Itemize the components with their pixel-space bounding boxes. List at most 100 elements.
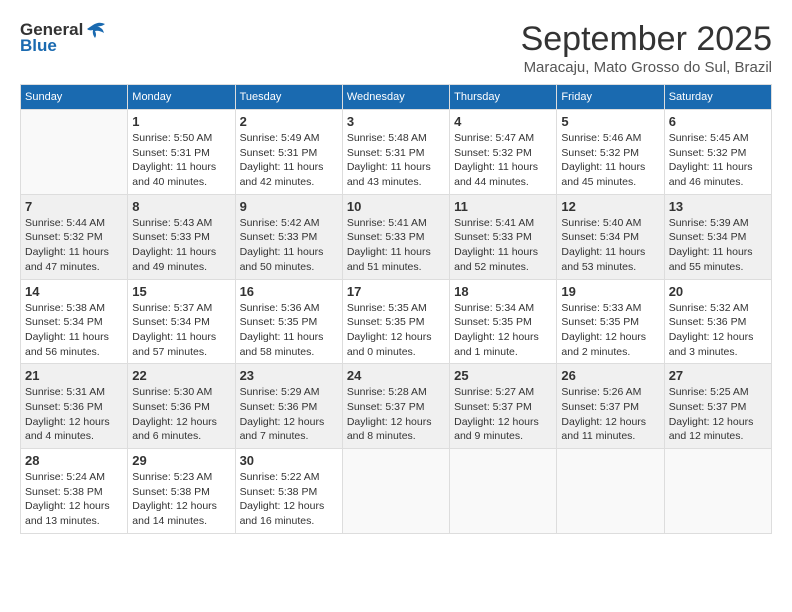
day-detail: Sunrise: 5:27 AMSunset: 5:37 PMDaylight:… xyxy=(454,385,552,444)
col-header-wednesday: Wednesday xyxy=(342,85,449,110)
calendar-cell xyxy=(557,449,664,534)
day-number: 16 xyxy=(240,284,338,299)
calendar-cell: 27 Sunrise: 5:25 AMSunset: 5:37 PMDayligh… xyxy=(664,364,771,449)
day-number: 4 xyxy=(454,114,552,129)
calendar-table: SundayMondayTuesdayWednesdayThursdayFrid… xyxy=(20,84,772,534)
day-number: 22 xyxy=(132,368,230,383)
day-detail: Sunrise: 5:30 AMSunset: 5:36 PMDaylight:… xyxy=(132,385,230,444)
day-number: 11 xyxy=(454,199,552,214)
day-detail: Sunrise: 5:25 AMSunset: 5:37 PMDaylight:… xyxy=(669,385,767,444)
day-number: 27 xyxy=(669,368,767,383)
day-number: 17 xyxy=(347,284,445,299)
day-number: 12 xyxy=(561,199,659,214)
logo-bird-icon xyxy=(85,21,107,39)
col-header-thursday: Thursday xyxy=(450,85,557,110)
day-detail: Sunrise: 5:35 AMSunset: 5:35 PMDaylight:… xyxy=(347,301,445,360)
day-detail: Sunrise: 5:33 AMSunset: 5:35 PMDaylight:… xyxy=(561,301,659,360)
day-detail: Sunrise: 5:43 AMSunset: 5:33 PMDaylight:… xyxy=(132,216,230,275)
day-number: 24 xyxy=(347,368,445,383)
day-detail: Sunrise: 5:50 AMSunset: 5:31 PMDaylight:… xyxy=(132,131,230,190)
day-number: 10 xyxy=(347,199,445,214)
day-detail: Sunrise: 5:40 AMSunset: 5:34 PMDaylight:… xyxy=(561,216,659,275)
calendar-cell: 5Sunrise: 5:46 AMSunset: 5:32 PMDaylight… xyxy=(557,110,664,195)
title-section: September 2025 Maracaju, Mato Grosso do … xyxy=(521,20,772,76)
calendar-cell: 28 Sunrise: 5:24 AMSunset: 5:38 PMDayligh… xyxy=(21,449,128,534)
day-detail: Sunrise: 5:22 AMSunset: 5:38 PMDaylight:… xyxy=(240,470,338,529)
calendar-cell: 26 Sunrise: 5:26 AMSunset: 5:37 PMDayligh… xyxy=(557,364,664,449)
day-number: 23 xyxy=(240,368,338,383)
calendar-cell: 18 Sunrise: 5:34 AMSunset: 5:35 PMDayligh… xyxy=(450,279,557,364)
calendar-cell: 19Sunrise: 5:33 AMSunset: 5:35 PMDayligh… xyxy=(557,279,664,364)
day-number: 18 xyxy=(454,284,552,299)
day-detail: Sunrise: 5:45 AMSunset: 5:32 PMDaylight:… xyxy=(669,131,767,190)
day-detail: Sunrise: 5:26 AMSunset: 5:37 PMDaylight:… xyxy=(561,385,659,444)
day-number: 25 xyxy=(454,368,552,383)
calendar-cell xyxy=(450,449,557,534)
calendar-cell: 7 Sunrise: 5:44 AMSunset: 5:32 PMDaylight… xyxy=(21,194,128,279)
calendar-cell: 25 Sunrise: 5:27 AMSunset: 5:37 PMDayligh… xyxy=(450,364,557,449)
main-title: September 2025 xyxy=(521,20,772,59)
calendar-cell: 21 Sunrise: 5:31 AMSunset: 5:36 PMDayligh… xyxy=(21,364,128,449)
calendar-cell: 24 Sunrise: 5:28 AMSunset: 5:37 PMDayligh… xyxy=(342,364,449,449)
day-detail: Sunrise: 5:24 AMSunset: 5:38 PMDaylight:… xyxy=(25,470,123,529)
day-number: 14 xyxy=(25,284,123,299)
day-detail: Sunrise: 5:41 AMSunset: 5:33 PMDaylight:… xyxy=(347,216,445,275)
calendar-cell xyxy=(664,449,771,534)
day-detail: Sunrise: 5:32 AMSunset: 5:36 PMDaylight:… xyxy=(669,301,767,360)
day-number: 21 xyxy=(25,368,123,383)
day-number: 30 xyxy=(240,453,338,468)
calendar-cell xyxy=(342,449,449,534)
day-detail: Sunrise: 5:42 AMSunset: 5:33 PMDaylight:… xyxy=(240,216,338,275)
calendar-cell: 9 Sunrise: 5:42 AMSunset: 5:33 PMDaylight… xyxy=(235,194,342,279)
col-header-monday: Monday xyxy=(128,85,235,110)
day-detail: Sunrise: 5:34 AMSunset: 5:35 PMDaylight:… xyxy=(454,301,552,360)
day-number: 1 xyxy=(132,114,230,129)
calendar-cell: 20 Sunrise: 5:32 AMSunset: 5:36 PMDayligh… xyxy=(664,279,771,364)
day-detail: Sunrise: 5:23 AMSunset: 5:38 PMDaylight:… xyxy=(132,470,230,529)
day-detail: Sunrise: 5:49 AMSunset: 5:31 PMDaylight:… xyxy=(240,131,338,190)
col-header-friday: Friday xyxy=(557,85,664,110)
day-number: 13 xyxy=(669,199,767,214)
calendar-cell: 12 Sunrise: 5:40 AMSunset: 5:34 PMDayligh… xyxy=(557,194,664,279)
calendar-week-row: 21 Sunrise: 5:31 AMSunset: 5:36 PMDayligh… xyxy=(21,364,772,449)
day-number: 29 xyxy=(132,453,230,468)
calendar-week-row: 28 Sunrise: 5:24 AMSunset: 5:38 PMDayligh… xyxy=(21,449,772,534)
day-number: 28 xyxy=(25,453,123,468)
day-detail: Sunrise: 5:28 AMSunset: 5:37 PMDaylight:… xyxy=(347,385,445,444)
subtitle: Maracaju, Mato Grosso do Sul, Brazil xyxy=(521,59,772,76)
col-header-tuesday: Tuesday xyxy=(235,85,342,110)
day-detail: Sunrise: 5:44 AMSunset: 5:32 PMDaylight:… xyxy=(25,216,123,275)
day-number: 3 xyxy=(347,114,445,129)
calendar-cell: 6Sunrise: 5:45 AMSunset: 5:32 PMDaylight… xyxy=(664,110,771,195)
calendar-cell: 13 Sunrise: 5:39 AMSunset: 5:34 PMDayligh… xyxy=(664,194,771,279)
day-detail: Sunrise: 5:29 AMSunset: 5:36 PMDaylight:… xyxy=(240,385,338,444)
calendar-cell: 29 Sunrise: 5:23 AMSunset: 5:38 PMDayligh… xyxy=(128,449,235,534)
calendar-cell: 17 Sunrise: 5:35 AMSunset: 5:35 PMDayligh… xyxy=(342,279,449,364)
col-header-saturday: Saturday xyxy=(664,85,771,110)
calendar-cell: 2Sunrise: 5:49 AMSunset: 5:31 PMDaylight… xyxy=(235,110,342,195)
day-detail: Sunrise: 5:48 AMSunset: 5:31 PMDaylight:… xyxy=(347,131,445,190)
day-detail: Sunrise: 5:36 AMSunset: 5:35 PMDaylight:… xyxy=(240,301,338,360)
day-detail: Sunrise: 5:37 AMSunset: 5:34 PMDaylight:… xyxy=(132,301,230,360)
calendar-week-row: 14Sunrise: 5:38 AMSunset: 5:34 PMDayligh… xyxy=(21,279,772,364)
day-detail: Sunrise: 5:47 AMSunset: 5:32 PMDaylight:… xyxy=(454,131,552,190)
calendar-cell: 22 Sunrise: 5:30 AMSunset: 5:36 PMDayligh… xyxy=(128,364,235,449)
logo: General Blue xyxy=(20,20,107,55)
col-header-sunday: Sunday xyxy=(21,85,128,110)
day-number: 7 xyxy=(25,199,123,214)
day-number: 5 xyxy=(561,114,659,129)
day-number: 26 xyxy=(561,368,659,383)
day-number: 20 xyxy=(669,284,767,299)
calendar-header-row: SundayMondayTuesdayWednesdayThursdayFrid… xyxy=(21,85,772,110)
calendar-cell: 23 Sunrise: 5:29 AMSunset: 5:36 PMDayligh… xyxy=(235,364,342,449)
day-number: 8 xyxy=(132,199,230,214)
calendar-cell xyxy=(21,110,128,195)
calendar-cell: 30 Sunrise: 5:22 AMSunset: 5:38 PMDayligh… xyxy=(235,449,342,534)
day-number: 15 xyxy=(132,284,230,299)
calendar-week-row: 1 Sunrise: 5:50 AMSunset: 5:31 PMDaylight… xyxy=(21,110,772,195)
calendar-cell: 11Sunrise: 5:41 AMSunset: 5:33 PMDayligh… xyxy=(450,194,557,279)
day-detail: Sunrise: 5:39 AMSunset: 5:34 PMDaylight:… xyxy=(669,216,767,275)
day-detail: Sunrise: 5:31 AMSunset: 5:36 PMDaylight:… xyxy=(25,385,123,444)
day-number: 9 xyxy=(240,199,338,214)
calendar-cell: 1 Sunrise: 5:50 AMSunset: 5:31 PMDaylight… xyxy=(128,110,235,195)
